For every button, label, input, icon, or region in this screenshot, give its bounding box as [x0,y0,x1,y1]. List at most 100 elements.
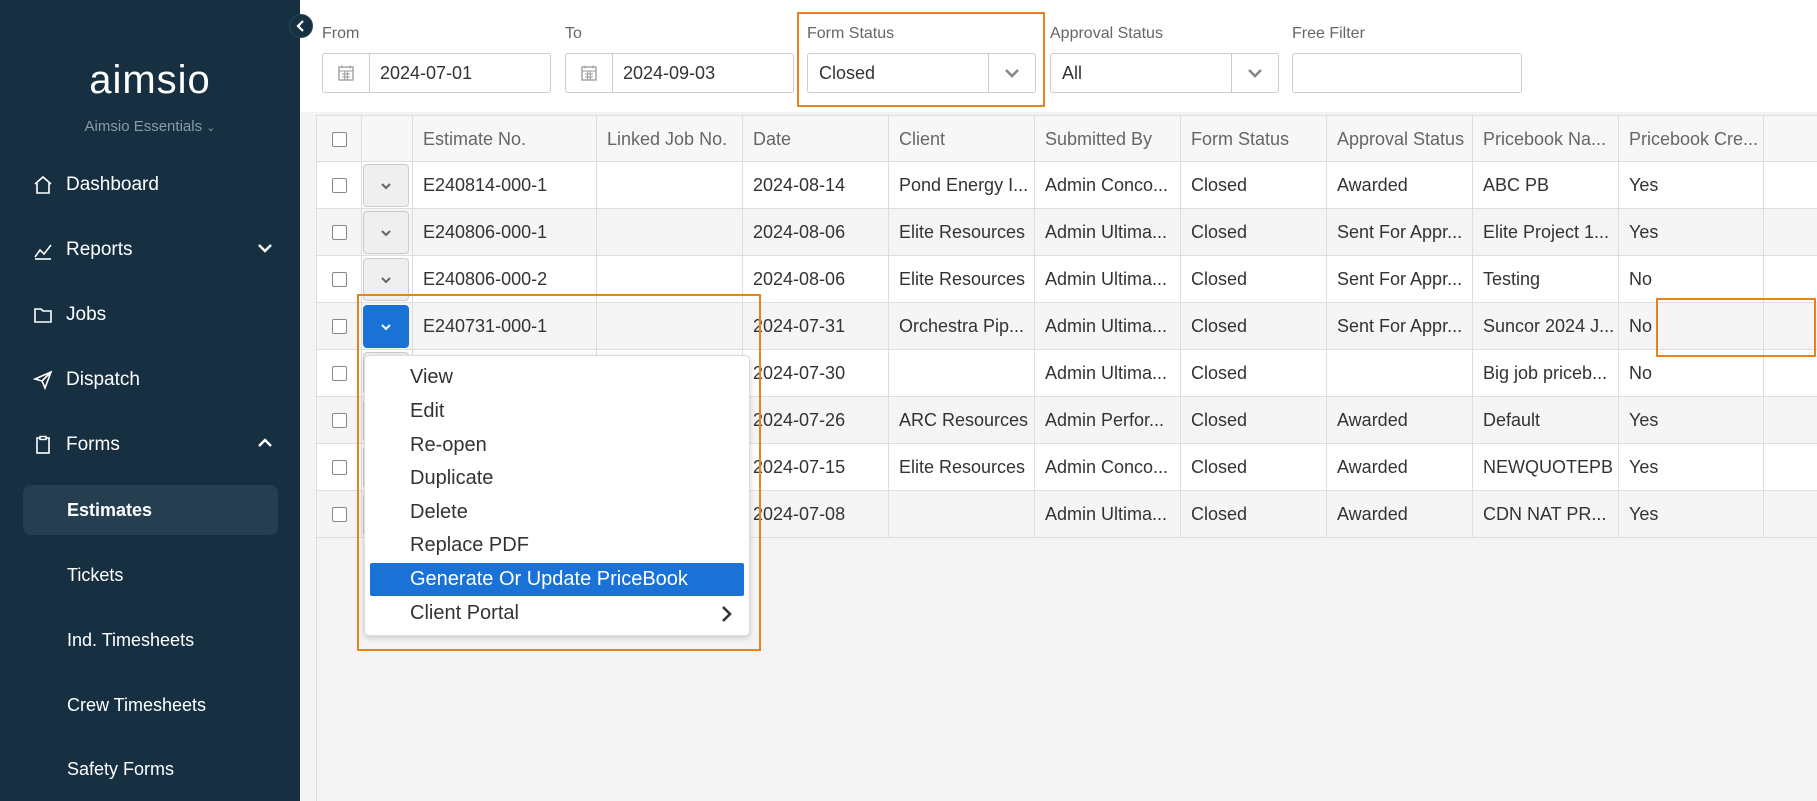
select-all-cell [317,116,362,163]
nav-forms[interactable]: Forms [0,420,300,470]
col-date: 2024-07-31 [743,303,889,350]
column-header[interactable]: Approval Status [1327,116,1473,163]
col-approval-status: Awarded [1327,491,1473,538]
row-actions-button[interactable] [363,211,409,254]
sidebar-item-safety-forms[interactable]: Safety Forms [23,744,278,794]
column-header[interactable]: Linked Job No. [597,116,743,163]
col-linked-job [597,162,743,209]
nav-dispatch[interactable]: Dispatch [0,355,300,405]
col-pricebook-created: Yes [1619,491,1764,538]
col-submitted-by: Admin Conco... [1035,444,1181,491]
col-submitted-by: Admin Conco... [1035,162,1181,209]
table-row[interactable]: E240814-000-1 2024-08-14 Pond Energy I... A… [317,162,1817,209]
col-client: Pond Energy I... [889,162,1035,209]
select-all-checkbox[interactable] [332,132,347,147]
col-pricebook-created: No [1619,303,1764,350]
filter-bar: From 2024-07-01 To 2024-09-03 Form Statu… [300,0,1817,112]
col-pricebook-name: Default [1473,397,1619,444]
col-client: Elite Resources [889,444,1035,491]
row-context-menu: View Edit Re-open Duplicate Delete Replace PD… [364,355,750,636]
col-pricebook-name: Testing [1473,256,1619,303]
send-icon [32,369,54,391]
column-header[interactable]: Pricebook Na... [1473,116,1619,163]
menu-item-duplicate[interactable]: Duplicate [370,462,744,495]
col-date: 2024-08-14 [743,162,889,209]
row-actions-button[interactable] [363,258,409,301]
col-pricebook-name: ABC PB [1473,162,1619,209]
table-row[interactable]: E240806-000-2 2024-08-06 Elite Resources Ad… [317,256,1817,303]
col-client [889,350,1035,397]
col-pricebook-created: Yes [1619,162,1764,209]
nav-dashboard[interactable]: Dashboard [0,160,300,210]
free-filter-label: Free Filter [1292,25,1365,42]
col-estimate-no: E240814-000-1 [413,162,597,209]
approval-status-select[interactable]: All [1050,53,1279,93]
col-approval-status: Sent For Appr... [1327,256,1473,303]
nav-forms-label: Forms [66,434,120,455]
menu-item-generate-pricebook[interactable]: Generate Or Update PriceBook [370,563,744,596]
column-header[interactable]: Date [743,116,889,163]
column-header[interactable]: Estimate No. [413,116,597,163]
row-select-cell [317,162,362,209]
collapse-sidebar-button[interactable] [289,14,313,38]
menu-item-replace-pdf[interactable]: Replace PDF [370,529,744,562]
row-checkbox[interactable] [332,319,347,334]
calendar-icon [323,54,370,92]
row-checkbox[interactable] [332,460,347,475]
row-checkbox[interactable] [332,178,347,193]
col-form-status: Closed [1181,491,1327,538]
table-row[interactable]: E240731-000-1 2024-07-31 Orchestra Pip... A… [317,303,1817,350]
col-form-status: Closed [1181,444,1327,491]
col-approval-status [1327,350,1473,397]
col-estimate-no: E240806-000-2 [413,256,597,303]
col-form-status: Closed [1181,303,1327,350]
menu-item-delete[interactable]: Delete [370,496,744,529]
row-actions-button[interactable] [363,305,409,348]
row-select-cell [317,350,362,397]
row-select-cell [317,491,362,538]
col-form-status: Closed [1181,209,1327,256]
column-header[interactable]: Submitted By [1035,116,1181,163]
row-checkbox[interactable] [332,507,347,522]
col-pricebook-name: Suncor 2024 J... [1473,303,1619,350]
form-status-select[interactable]: Closed [807,53,1036,93]
col-approval-status: Sent For Appr... [1327,209,1473,256]
sidebar-item-tickets[interactable]: Tickets [23,550,278,600]
menu-item-label: Re-open [410,434,487,456]
row-checkbox[interactable] [332,272,347,287]
col-estimate-no: E240731-000-1 [413,303,597,350]
col-linked-job [597,303,743,350]
to-date-input[interactable]: 2024-09-03 [565,53,794,93]
col-approval-status: Awarded [1327,397,1473,444]
nav-reports[interactable]: Reports [0,225,300,275]
from-date-input[interactable]: 2024-07-01 [322,53,551,93]
row-checkbox[interactable] [332,413,347,428]
menu-item-reopen[interactable]: Re-open [370,429,744,462]
menu-item-edit[interactable]: Edit [370,395,744,428]
workspace-switcher[interactable]: Aimsio Essentials ⌄ [0,118,300,135]
menu-item-client-portal[interactable]: Client Portal [370,597,744,630]
col-pricebook-created: No [1619,256,1764,303]
col-date: 2024-08-06 [743,256,889,303]
row-select-cell [317,444,362,491]
column-header[interactable]: Client [889,116,1035,163]
sidebar-item-crew-timesheets[interactable]: Crew Timesheets [23,680,278,730]
chevron-right-icon [720,597,734,634]
menu-item-view[interactable]: View [370,361,744,394]
col-pricebook-name: Elite Project 1... [1473,209,1619,256]
sidebar-item-estimates[interactable]: Estimates [23,485,278,535]
table-header: Estimate No. Linked Job No. Date Client Subm… [317,115,1817,163]
row-checkbox[interactable] [332,225,347,240]
nav-jobs[interactable]: Jobs [0,290,300,340]
column-header[interactable]: Pricebook Cre... [1619,116,1764,163]
col-submitted-by: Admin Ultima... [1035,350,1181,397]
column-header[interactable]: Form Status [1181,116,1327,163]
free-filter-input[interactable] [1292,53,1522,93]
table-row[interactable]: E240806-000-1 2024-08-06 Elite Resources Ad… [317,209,1817,256]
row-checkbox[interactable] [332,366,347,381]
approval-status-value: All [1062,63,1083,83]
row-actions-button[interactable] [363,164,409,207]
col-pricebook-created: Yes [1619,209,1764,256]
sidebar-item-ind-timesheets[interactable]: Ind. Timesheets [23,615,278,665]
col-form-status: Closed [1181,397,1327,444]
